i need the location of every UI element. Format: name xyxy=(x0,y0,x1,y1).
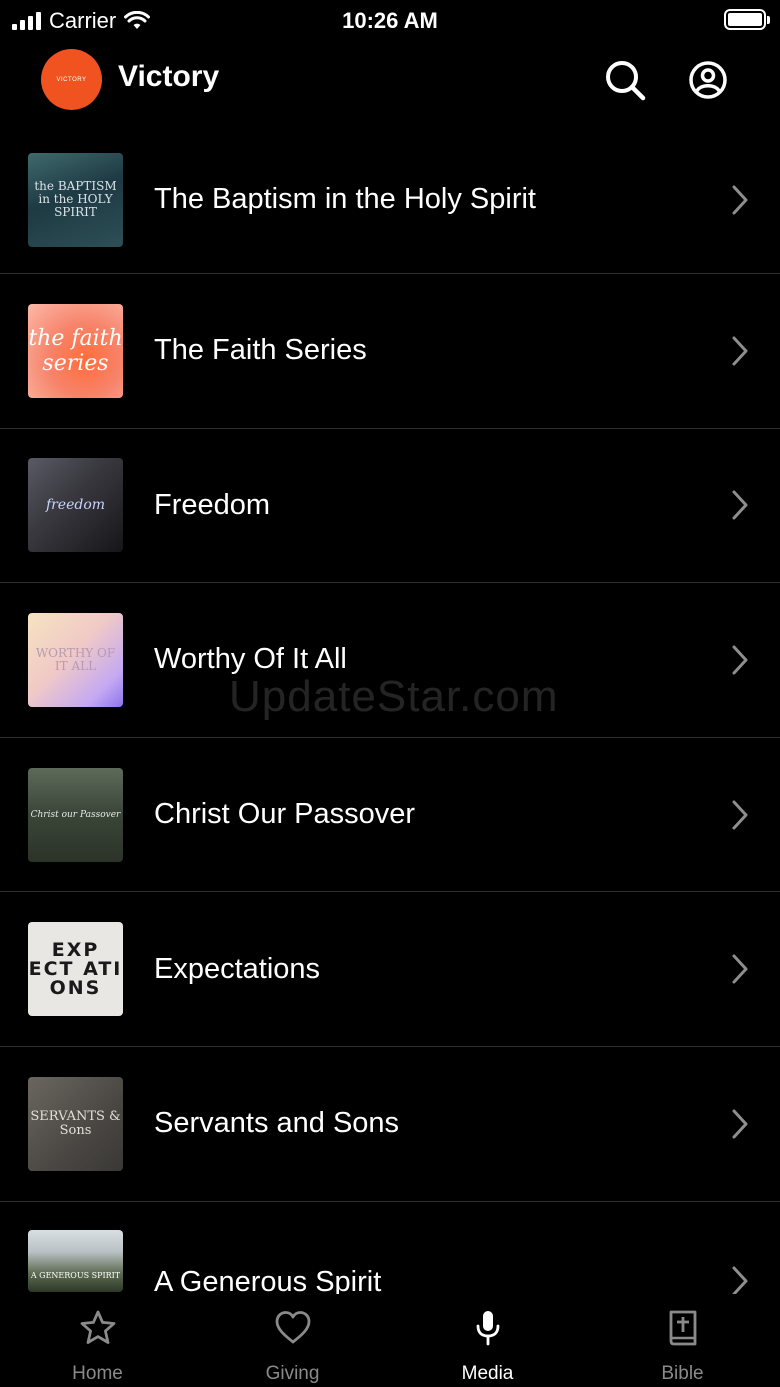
chevron-right-icon xyxy=(732,1109,748,1139)
series-row[interactable]: A GENEROUS SPIRIT A Generous Spirit xyxy=(0,1202,780,1294)
series-thumbnail: the faith series xyxy=(28,303,123,398)
chevron-right-icon xyxy=(732,954,748,984)
star-icon xyxy=(80,1310,115,1344)
series-thumbnail: the BAPTISM in the HOLY SPIRIT xyxy=(28,152,123,247)
app-title: Victory xyxy=(118,60,220,93)
series-row[interactable]: freedom Freedom xyxy=(0,429,780,584)
logo-text: VICTORY xyxy=(56,76,87,83)
battery-icon xyxy=(724,9,770,30)
series-title: Worthy Of It All xyxy=(154,643,347,676)
search-icon xyxy=(606,61,646,101)
series-row[interactable]: the BAPTISM in the HOLY SPIRIT The Bapti… xyxy=(0,126,780,274)
series-thumbnail: freedom xyxy=(28,458,123,553)
series-thumbnail: WORTHY OF IT ALL xyxy=(28,612,123,707)
series-title: The Faith Series xyxy=(154,334,367,367)
series-thumbnail: A GENEROUS SPIRIT xyxy=(28,1229,123,1292)
series-thumbnail: Christ our Passover xyxy=(28,767,123,862)
chevron-right-icon xyxy=(732,645,748,675)
tab-giving[interactable]: Giving xyxy=(195,1294,390,1387)
tab-home[interactable]: Home xyxy=(0,1294,195,1387)
bible-icon xyxy=(669,1310,696,1346)
tab-bar: Home Giving Media Bible xyxy=(0,1294,780,1387)
account-button[interactable] xyxy=(684,56,732,104)
chevron-right-icon xyxy=(732,1266,748,1294)
tab-bible[interactable]: Bible xyxy=(585,1294,780,1387)
series-list: the BAPTISM in the HOLY SPIRIT The Bapti… xyxy=(0,126,780,1294)
series-title: The Baptism in the Holy Spirit xyxy=(154,183,536,215)
heart-icon xyxy=(275,1311,310,1344)
series-title: Expectations xyxy=(154,952,321,985)
tab-media[interactable]: Media xyxy=(390,1294,585,1387)
microphone-icon xyxy=(476,1311,499,1346)
tab-label: Bible xyxy=(661,1363,704,1384)
series-title: Christ Our Passover xyxy=(154,798,416,831)
series-thumbnail: EXP ECT ATI ONS xyxy=(28,922,123,1017)
series-thumbnail: SERVANTS & Sons xyxy=(28,1076,123,1171)
chevron-right-icon xyxy=(732,490,748,520)
series-row[interactable]: the faith series The Faith Series xyxy=(0,274,780,429)
chevron-right-icon xyxy=(732,336,748,366)
account-icon xyxy=(689,61,727,99)
chevron-right-icon xyxy=(732,800,748,830)
tab-label: Giving xyxy=(265,1363,320,1384)
status-time: 10:26 AM xyxy=(342,8,438,33)
chevron-right-icon xyxy=(732,185,748,214)
tab-label: Home xyxy=(72,1363,123,1384)
series-row[interactable]: WORTHY OF IT ALL Worthy Of It All xyxy=(0,583,780,738)
search-button[interactable] xyxy=(601,56,649,104)
series-row[interactable]: SERVANTS & Sons Servants and Sons xyxy=(0,1047,780,1202)
series-title: Freedom xyxy=(154,488,271,521)
app-header: VICTORY Victory xyxy=(0,40,780,126)
series-row[interactable]: Christ our Passover Christ Our Passover xyxy=(0,738,780,893)
church-logo[interactable]: VICTORY xyxy=(41,49,102,110)
series-title: A Generous Spirit xyxy=(154,1265,382,1294)
tab-label: Media xyxy=(461,1363,514,1384)
status-bar: Carrier 10:26 AM xyxy=(0,0,780,40)
series-title: Servants and Sons xyxy=(154,1107,400,1140)
series-row[interactable]: EXP ECT ATI ONS Expectations xyxy=(0,892,780,1047)
